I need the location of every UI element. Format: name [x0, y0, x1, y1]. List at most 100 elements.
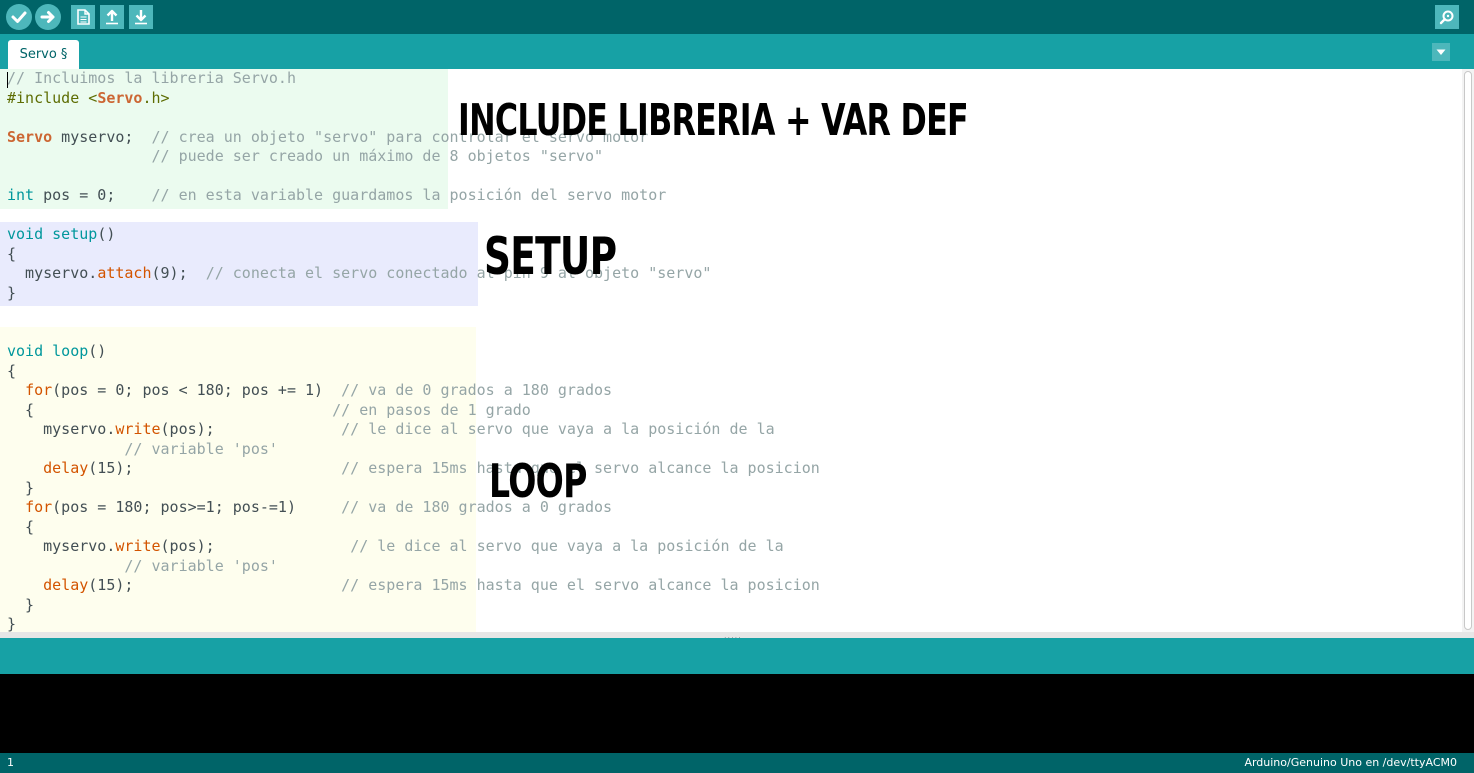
code-token: (15);: [88, 459, 342, 477]
code-token: (15);: [88, 576, 342, 594]
code-token: myservo.: [7, 420, 116, 438]
code-token: // le dice al servo que vaya a la posici…: [350, 537, 784, 555]
code-token: #include <: [7, 88, 98, 107]
code-line: {: [7, 362, 16, 382]
code-token: }: [7, 283, 17, 302]
code-line: void loop(): [7, 342, 106, 362]
code-token: (9);: [151, 264, 206, 282]
document-icon: [77, 9, 90, 25]
code-editor[interactable]: // Incluimos la libreria Servo.h #include…: [0, 69, 1462, 632]
code-line: {: [7, 245, 16, 265]
code-line: // Incluimos la libreria Servo.h: [7, 69, 296, 89]
code-token: write: [115, 420, 161, 438]
status-board-port: Arduino/Genuino Uno en /dev/ttyACM0: [1244, 756, 1457, 769]
checkmark-icon: [11, 11, 27, 23]
code-token: delay: [43, 459, 89, 477]
code-token: {: [7, 400, 333, 419]
code-token: {: [7, 361, 17, 380]
triangle-down-icon: [1436, 49, 1446, 55]
new-sketch-button[interactable]: [71, 5, 95, 29]
code-line: }: [7, 615, 16, 632]
arrow-right-icon: [40, 11, 55, 23]
code-token: myservo;: [52, 127, 152, 146]
code-token: // Incluimos la libreria Servo.h: [7, 69, 296, 87]
code-token: loop: [52, 342, 89, 360]
code-token: for: [25, 381, 53, 399]
code-token: pos = 0;: [34, 186, 152, 204]
code-line: myservo.write(pos); // le dice al servo …: [7, 420, 775, 440]
code-line: }: [7, 596, 34, 616]
code-token: (pos = 180; pos>=1; pos-=1): [52, 498, 342, 516]
code-token: void: [7, 225, 44, 243]
code-token: write: [115, 537, 161, 555]
open-sketch-button[interactable]: [100, 5, 124, 29]
tab-servo[interactable]: Servo §: [8, 40, 79, 69]
console-output[interactable]: [0, 674, 1474, 753]
annotation-include: INCLUDE LIBRERIA + VAR DEF: [458, 95, 969, 146]
verify-button[interactable]: [6, 4, 32, 30]
code-token: // variable 'pos': [124, 439, 278, 458]
code-token: (): [97, 225, 116, 243]
code-token: Servo: [97, 88, 143, 107]
code-token: void: [7, 342, 44, 360]
code-token: setup: [52, 225, 98, 243]
arrow-up-icon: [106, 9, 118, 25]
code-line: // variable 'pos': [7, 440, 278, 460]
code-token: {: [7, 517, 35, 536]
code-token: // conecta el servo conectado al pin 9 a…: [205, 264, 712, 282]
editor-scrollbar[interactable]: [1462, 69, 1474, 632]
code-token: (pos);: [160, 537, 351, 555]
code-line: void setup(): [7, 225, 115, 245]
code-token: (pos);: [160, 420, 342, 438]
upload-button[interactable]: [35, 4, 61, 30]
magnifier-icon: [1439, 10, 1454, 25]
code-line: int pos = 0; // en esta variable guardam…: [7, 186, 666, 206]
code-token: }: [7, 595, 35, 614]
code-line: {: [7, 518, 34, 538]
tab-menu-button[interactable]: [1432, 43, 1450, 61]
code-line: delay(15); // espera 15ms hasta que el s…: [7, 459, 820, 479]
serial-monitor-button[interactable]: [1435, 5, 1459, 29]
annotation-setup: SETUP: [484, 227, 617, 287]
code-line: }: [7, 479, 34, 499]
code-token: {: [7, 244, 17, 263]
code-token: // en esta variable guardamos la posició…: [151, 186, 667, 204]
code-token: (pos = 0; pos < 180; pos += 1): [52, 381, 342, 399]
code-token: // le dice al servo que vaya a la posici…: [341, 420, 775, 438]
annotation-loop: LOOP: [489, 454, 587, 508]
code-line: { // en pasos de 1 grado: [7, 401, 531, 421]
code-token: int: [7, 186, 35, 204]
text-caret: [7, 72, 8, 88]
code-line: #include <Servo.h>: [7, 89, 170, 109]
message-bar: [0, 638, 1474, 674]
code-token: myservo.: [7, 264, 98, 282]
code-token: }: [7, 478, 35, 497]
status-line-number: 1: [7, 756, 14, 769]
code-token: // puede ser creado un máximo de 8 objet…: [151, 147, 604, 165]
code-token: (): [88, 342, 107, 360]
code-token: // variable 'pos': [124, 556, 278, 575]
code-line: myservo.write(pos); // le dice al servo …: [7, 537, 784, 557]
status-bar: 1 Arduino/Genuino Uno en /dev/ttyACM0: [0, 753, 1474, 773]
code-token: .h>: [142, 88, 170, 107]
scrollbar-thumb[interactable]: [1464, 71, 1472, 630]
code-token: // espera 15ms hasta que el servo alcanc…: [341, 576, 820, 594]
code-token: attach: [97, 264, 152, 282]
code-line: // puede ser creado un máximo de 8 objet…: [7, 147, 604, 167]
code-token: delay: [43, 576, 89, 594]
tab-bar: Servo §: [0, 34, 1474, 69]
save-sketch-button[interactable]: [129, 5, 153, 29]
code-line: for(pos = 0; pos < 180; pos += 1) // va …: [7, 381, 612, 401]
code-line: }: [7, 284, 16, 304]
code-line: // variable 'pos': [7, 557, 278, 577]
arrow-down-icon: [135, 10, 147, 25]
code-line: delay(15); // espera 15ms hasta que el s…: [7, 576, 820, 596]
